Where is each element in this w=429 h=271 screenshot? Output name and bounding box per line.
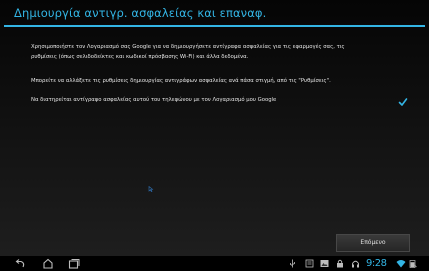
pointer-cursor-icon	[148, 186, 154, 192]
page-title: Δημιουργία αντιγρ. ασφαλείας και επαναφ.	[14, 6, 267, 20]
setup-screen: Δημιουργία αντιγρ. ασφαλείας και επαναφ.…	[0, 0, 429, 256]
settings-note: Μπορείτε να αλλάξετε τις ρυθμίσεις δημιο…	[31, 78, 331, 84]
system-bar: 9:28	[0, 256, 429, 271]
backup-description: Χρησιμοποιήστε τον Λογαριασμό σας Google…	[31, 42, 421, 62]
backup-checkbox-row[interactable]: Να διατηρείται αντίγραφο ασφαλείας αυτού…	[31, 96, 409, 108]
clock: 9:28	[366, 258, 387, 269]
lock-icon	[337, 259, 343, 268]
recent-apps-icon[interactable]	[68, 258, 80, 269]
back-icon[interactable]	[14, 258, 26, 269]
checkmark-icon[interactable]	[397, 96, 409, 108]
screenshot-icon	[305, 259, 314, 268]
home-icon[interactable]	[42, 258, 54, 269]
backup-description-line-2: ρυθμίσεις (όπως σελιδοδείκτες και κωδικο…	[31, 54, 249, 60]
next-button[interactable]: Επόμενο	[336, 234, 410, 252]
headset-icon	[352, 260, 359, 268]
gallery-icon	[320, 260, 329, 267]
title-divider	[4, 25, 425, 27]
backup-description-line-1: Χρησιμοποιήστε τον Λογαριασμό σας Google…	[31, 44, 345, 50]
backup-checkbox-label: Να διατηρείται αντίγραφο ασφαλείας αυτού…	[31, 97, 277, 103]
usb-icon	[290, 259, 295, 268]
battery-icon	[409, 260, 417, 268]
wifi-icon	[396, 260, 406, 268]
